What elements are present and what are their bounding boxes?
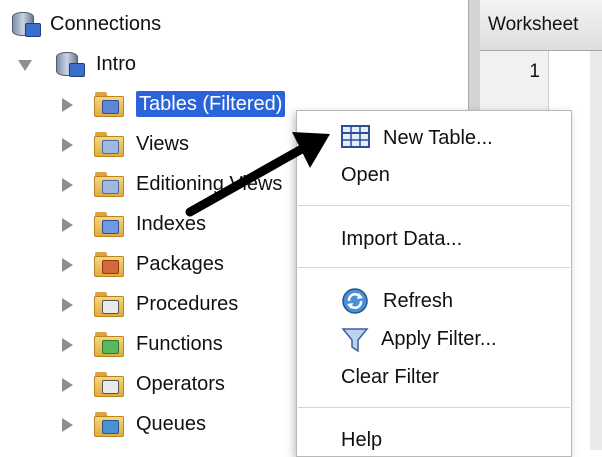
annotation-arrow-icon <box>185 132 330 217</box>
